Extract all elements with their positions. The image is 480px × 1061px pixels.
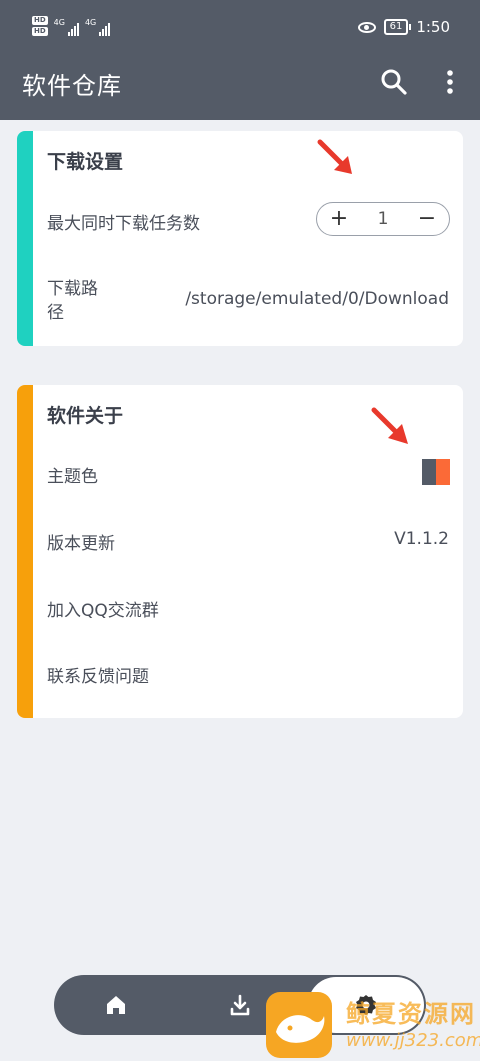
app-title: 软件仓库 xyxy=(22,73,122,100)
more-vertical-icon[interactable] xyxy=(440,68,460,96)
plus-button[interactable]: + xyxy=(329,208,349,230)
search-icon[interactable] xyxy=(380,68,408,96)
theme-color-swatch[interactable] xyxy=(422,459,450,485)
annotation-arrow-icon xyxy=(371,407,408,444)
download-path-label: 下载路径 xyxy=(47,279,98,323)
max-tasks-value: 1 xyxy=(377,209,389,229)
home-icon[interactable] xyxy=(96,985,136,1025)
battery-icon: 61 xyxy=(383,19,412,35)
download-settings-title: 下载设置 xyxy=(47,151,124,173)
download-path-value[interactable]: /storage/emulated/0/Download xyxy=(185,289,449,309)
hd-badge: HD xyxy=(32,27,48,36)
max-tasks-stepper[interactable]: + 1 − xyxy=(316,202,450,236)
version-update-label[interactable]: 版本更新 xyxy=(47,529,115,554)
download-icon[interactable] xyxy=(220,985,260,1025)
watermark: 鲸夏资源网 www.jj323.com xyxy=(266,992,480,1058)
hd-badge: HD xyxy=(32,16,48,25)
app-bar: HD HD 4G 4G 61 1:50 软件仓库 xyxy=(0,0,480,120)
clock: 1:50 xyxy=(416,18,450,36)
eye-comfort-icon xyxy=(357,21,376,33)
theme-color-label[interactable]: 主题色 xyxy=(47,462,98,487)
watermark-title: 鲸夏资源网 xyxy=(346,1000,476,1028)
max-tasks-label: 最大同时下载任务数 xyxy=(47,214,200,234)
about-title: 软件关于 xyxy=(47,405,124,427)
feedback-item[interactable]: 联系反馈问题 xyxy=(47,662,149,687)
signal-icon: 4G xyxy=(54,18,79,36)
card-accent-bar xyxy=(17,385,33,718)
card-accent-bar xyxy=(17,131,33,346)
version-value: V1.1.2 xyxy=(394,529,449,549)
status-left: HD HD 4G 4G xyxy=(32,16,111,36)
watermark-url: www.jj323.com xyxy=(346,1030,480,1051)
status-bar: HD HD 4G 4G 61 1:50 xyxy=(0,0,480,58)
annotation-arrow-icon xyxy=(317,139,352,174)
signal-icon: 4G xyxy=(85,18,111,36)
whale-logo-icon xyxy=(266,992,332,1058)
status-right: 61 1:50 xyxy=(357,18,450,36)
minus-button[interactable]: − xyxy=(417,208,437,230)
join-qq-group-item[interactable]: 加入QQ交流群 xyxy=(47,596,159,621)
download-settings-card: 下载设置 最大同时下载任务数 + 1 − 下载路径 /storage/emula… xyxy=(17,131,463,346)
